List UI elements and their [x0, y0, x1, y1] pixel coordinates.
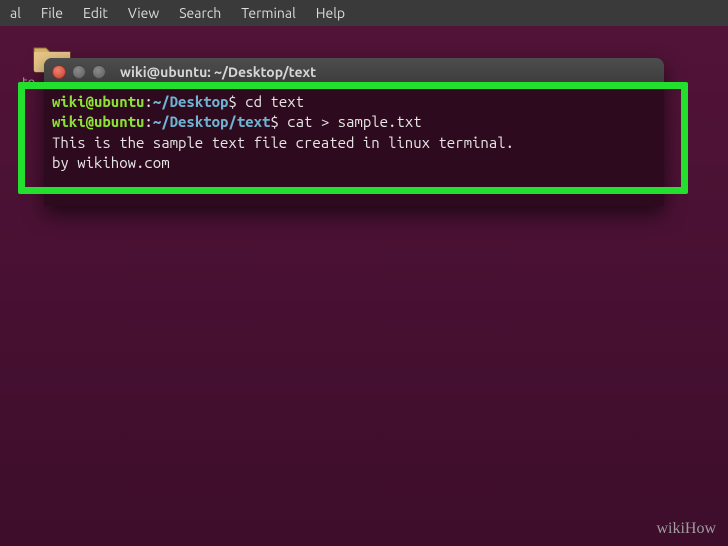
close-icon[interactable] [52, 65, 66, 79]
minimize-icon[interactable] [72, 65, 86, 79]
desktop: te wiki@ubuntu: ~/Desktop/text wiki@ubun… [0, 26, 728, 546]
prompt-colon: : [144, 93, 152, 110]
menu-edit[interactable]: Edit [73, 1, 118, 25]
window-titlebar[interactable]: wiki@ubuntu: ~/Desktop/text [44, 58, 664, 86]
prompt-colon: : [144, 113, 152, 130]
app-menubar: al File Edit View Search Terminal Help [0, 0, 728, 26]
watermark: wikiHow [656, 520, 716, 538]
terminal-output-line: This is the sample text file created in … [52, 134, 514, 151]
window-title: wiki@ubuntu: ~/Desktop/text [120, 64, 316, 80]
terminal-body[interactable]: wiki@ubuntu:~/Desktop$ cd text wiki@ubun… [44, 86, 664, 206]
terminal-output-line: by wikihow.com [52, 154, 170, 171]
menu-terminal[interactable]: Terminal [231, 1, 306, 25]
desktop-icon-label-partial: te [22, 74, 35, 90]
command-text: cat > sample.txt [287, 113, 421, 130]
terminal-window: wiki@ubuntu: ~/Desktop/text wiki@ubuntu:… [44, 58, 664, 206]
menu-view[interactable]: View [118, 1, 169, 25]
prompt-path: ~/Desktop [153, 93, 229, 110]
prompt-dollar: $ [270, 113, 278, 130]
menu-help[interactable]: Help [306, 1, 355, 25]
menu-terminal-partial[interactable]: al [0, 1, 31, 25]
menu-file[interactable]: File [31, 1, 73, 25]
prompt-dollar: $ [228, 93, 236, 110]
prompt-user: wiki@ubuntu [52, 93, 144, 110]
command-text: cd text [245, 93, 304, 110]
menu-search[interactable]: Search [169, 1, 231, 25]
prompt-path: ~/Desktop/text [153, 113, 271, 130]
maximize-icon[interactable] [92, 65, 106, 79]
prompt-user: wiki@ubuntu [52, 113, 144, 130]
